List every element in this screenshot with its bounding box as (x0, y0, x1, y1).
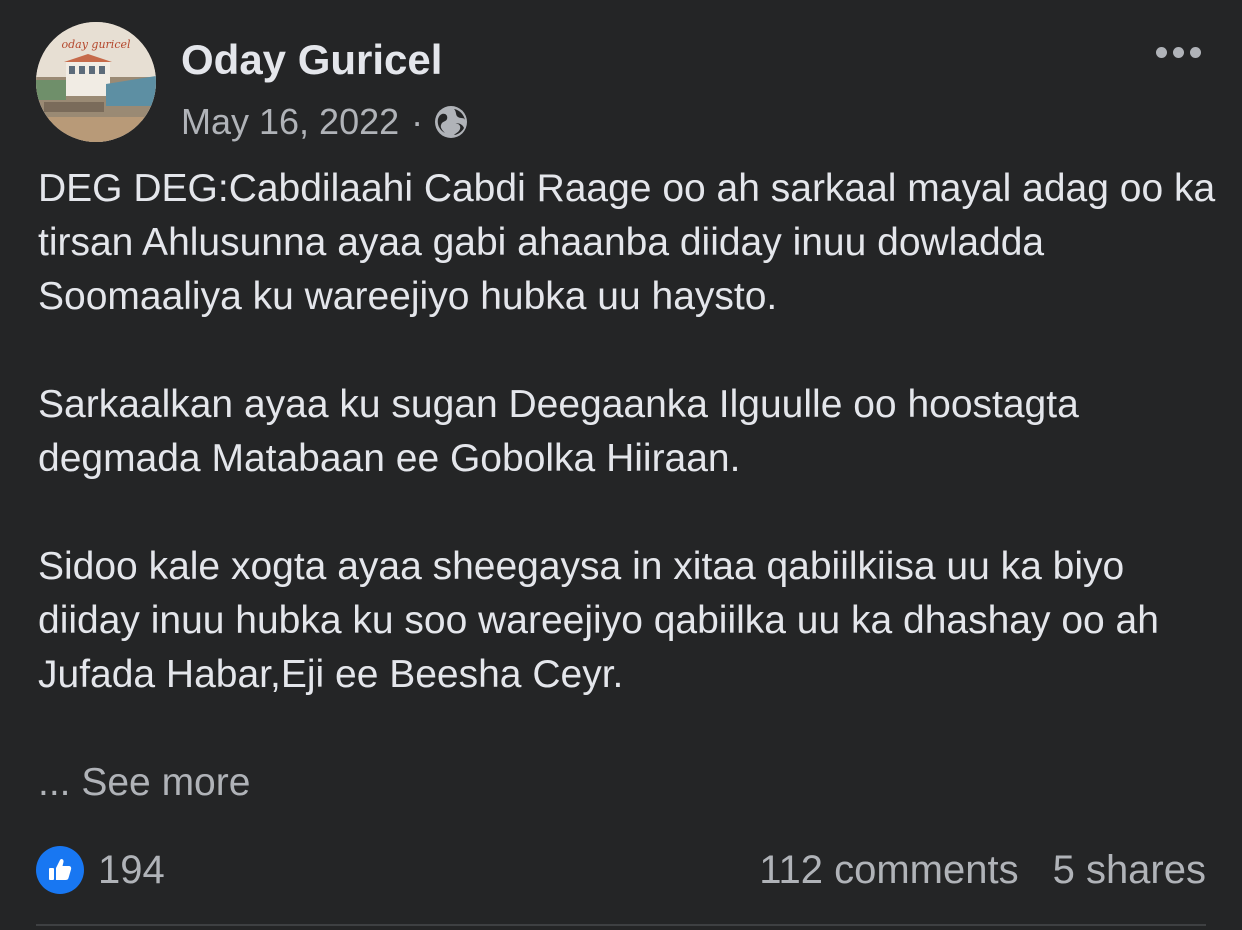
thumbs-up-icon (36, 846, 84, 894)
see-more-link[interactable]: ... See more (38, 756, 1218, 810)
globe-icon[interactable] (433, 104, 469, 140)
comments-count[interactable]: 112 comments (759, 848, 1018, 893)
author-name[interactable]: Oday Guricel (181, 36, 442, 84)
post-body: DEG DEG:Cabdilaahi Cabdi Raage oo ah sar… (38, 162, 1218, 810)
likes-count: 194 (98, 847, 165, 892)
reactions-summary[interactable]: 194 (36, 846, 165, 894)
engagement-counts: 112 comments 5 shares (759, 848, 1206, 893)
post-card: oday guricel Oday Guricel May 16, 2022 ·… (0, 0, 1242, 930)
ellipsis-icon-dot (1172, 46, 1184, 58)
avatar-logo-text: oday guricel (61, 38, 131, 51)
more-options-button[interactable] (1148, 34, 1208, 70)
post-paragraph-2: Sarkaalkan ayaa ku sugan Deegaanka Ilguu… (38, 383, 1079, 480)
post-stats: 194 112 comments 5 shares (36, 842, 1206, 898)
shares-count[interactable]: 5 shares (1053, 848, 1206, 893)
post-paragraph-1: DEG DEG:Cabdilaahi Cabdi Raage oo ah sar… (38, 167, 1216, 318)
post-date[interactable]: May 16, 2022 (181, 101, 399, 143)
meta-separator: · (411, 101, 424, 142)
post-paragraph-3: Sidoo kale xogta ayaa sheegaysa in xitaa… (38, 545, 1159, 696)
ellipsis-icon-dot (1155, 46, 1167, 58)
footer-divider (36, 924, 1206, 926)
ellipsis-icon-dot (1189, 46, 1201, 58)
avatar[interactable]: oday guricel (36, 22, 156, 142)
post-meta: May 16, 2022 · (181, 100, 469, 144)
